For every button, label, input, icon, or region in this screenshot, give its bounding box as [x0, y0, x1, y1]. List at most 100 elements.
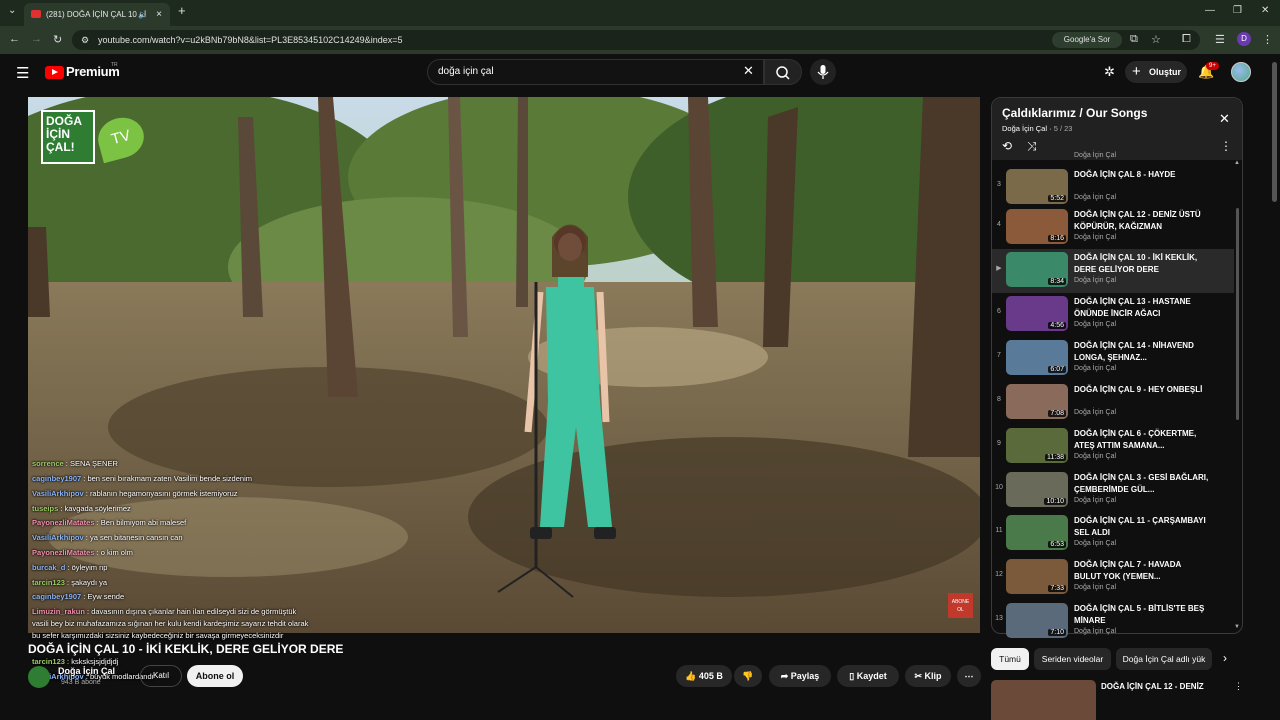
site-info-icon[interactable]: ⚙ — [81, 30, 89, 50]
like-button[interactable]: 👍 405 B — [676, 665, 732, 687]
search-icon — [776, 66, 790, 80]
shuffle-icon[interactable]: ⤨ — [1027, 139, 1037, 154]
account-avatar[interactable] — [1231, 62, 1251, 82]
playlist-item[interactable]: 8 7:08 DOĞA İÇİN ÇAL 9 - HEY ONBEŞLİ Doğa İ… — [992, 381, 1234, 425]
close-playlist-icon[interactable]: ✕ — [1219, 111, 1230, 127]
playlist-item[interactable]: 9 11:38 DOĞA İÇİN ÇAL 6 - ÇÖKERTME, ATEŞ A… — [992, 425, 1234, 469]
playlist-item-title[interactable]: DOĞA İÇİN ÇAL 5 - BİTLİS'TE BEŞ MİNARE — [1074, 603, 1210, 627]
join-button[interactable]: Katıl — [140, 665, 182, 687]
create-button[interactable]: + Oluştur — [1125, 61, 1187, 83]
video-player[interactable] — [28, 97, 980, 633]
playlist-item-index: 12 — [995, 571, 1003, 578]
more-actions-button[interactable]: ⋯ — [957, 665, 981, 687]
chip-series[interactable]: Seriden videolar — [1034, 648, 1111, 670]
recommended-title[interactable]: DOĞA İÇİN ÇAL 12 - DENİZ — [1101, 682, 1204, 691]
back-icon[interactable]: ← — [9, 33, 20, 45]
chip-uploads[interactable]: Doğa İçin Çal adlı yük — [1116, 648, 1212, 670]
playlist-item-title[interactable]: DOĞA İÇİN ÇAL 3 - GESİ BAĞLARI, ÇEMBERİM… — [1074, 472, 1210, 496]
dislike-button[interactable]: 👎 — [734, 665, 762, 687]
clip-button[interactable]: ✂ Klip — [905, 665, 951, 687]
channel-name[interactable]: Doğa İçin Çal — [58, 666, 115, 676]
tab-search-icon[interactable]: ☰ — [1215, 33, 1225, 46]
playlist-item-thumbnail[interactable]: 7:10 — [1006, 603, 1068, 638]
search-button[interactable] — [764, 59, 802, 85]
playlist-item[interactable]: 12 7:33 DOĞA İÇİN ÇAL 7 - HAVADA BULUT YOK… — [992, 556, 1234, 600]
playlist-scrollbar[interactable] — [1236, 208, 1239, 420]
ask-google-button[interactable]: Google'a Sor — [1052, 32, 1122, 48]
playlist-item-thumbnail[interactable]: 8:16 — [1006, 209, 1068, 244]
browser-menu-icon[interactable]: ⋮ — [1262, 33, 1273, 46]
playlist-channel[interactable]: Doğa İçin Çal — [1002, 124, 1047, 133]
subscribe-button[interactable]: Abone ol — [187, 665, 243, 687]
duration-badge: 4:56 — [1048, 322, 1066, 329]
voice-search-button[interactable] — [810, 59, 836, 85]
playlist-item[interactable]: ▶ 8:34 DOĞA İÇİN ÇAL 10 - İKİ KEKLİK, DERE… — [992, 249, 1234, 293]
playlist-item-thumbnail[interactable]: 5:52 — [1006, 169, 1068, 204]
playlist-item-title[interactable]: DOĞA İÇİN ÇAL 8 - HAYDE — [1074, 169, 1210, 181]
channel-brand-logo: DOĞA İÇİN ÇAL! — [41, 110, 95, 164]
page-scrollbar[interactable] — [1272, 62, 1277, 202]
recommended-menu-icon[interactable]: ⋮ — [1234, 681, 1243, 692]
playlist-item-title[interactable]: DOĞA İÇİN ÇAL 12 - DENİZ ÜSTÜ KÖPÜRÜR, K… — [1074, 209, 1210, 233]
extensions-icon[interactable]: ⧠ — [1182, 33, 1191, 46]
tab-close-icon[interactable]: × — [156, 3, 162, 26]
playlist-item-thumbnail[interactable]: 4:56 — [1006, 296, 1068, 331]
address-bar[interactable]: ⚙ youtube.com/watch?v=u2kBNb79bN8&list=P… — [72, 30, 1200, 50]
maximize-icon[interactable]: ❐ — [1233, 5, 1242, 16]
subscribe-watermark[interactable]: ABONE OL — [948, 593, 973, 618]
search-input[interactable]: doğa için çal — [427, 59, 764, 85]
chat-message: PayonezliMatates : Ben bilmiyom abi male… — [32, 518, 186, 527]
duration-badge: 6:53 — [1048, 541, 1066, 548]
playlist-item[interactable]: 3 5:52 DOĞA İÇİN ÇAL 8 - HAYDE Doğa İçin Ça… — [992, 166, 1234, 210]
chevron-right-icon[interactable]: › — [1223, 651, 1227, 665]
playlist-item-thumbnail[interactable]: 11:38 — [1006, 428, 1068, 463]
playlist-title[interactable]: Çaldıklarımız / Our Songs — [1002, 106, 1147, 120]
share-button[interactable]: ➦ Paylaş — [769, 665, 831, 687]
clear-search-icon[interactable]: ✕ — [743, 63, 754, 79]
chip-all[interactable]: Tümü — [991, 648, 1029, 670]
hamburger-menu-icon[interactable]: ☰ — [16, 64, 29, 82]
new-tab-icon[interactable]: + — [178, 3, 186, 18]
recommended-thumbnail[interactable] — [991, 680, 1096, 720]
playlist-item-thumbnail[interactable]: 7:08 — [1006, 384, 1068, 419]
forward-icon[interactable]: → — [31, 33, 42, 45]
speaker-icon[interactable]: 🔈 — [138, 3, 148, 26]
playlist-item-title[interactable]: DOĞA İÇİN ÇAL 7 - HAVADA BULUT YOK (YEME… — [1074, 559, 1210, 583]
reload-icon[interactable]: ↻ — [53, 33, 62, 46]
playlist-item-thumbnail[interactable]: 6:53 — [1006, 515, 1068, 550]
cast-settings-icon[interactable]: ✲ — [1104, 64, 1115, 80]
youtube-logo-icon[interactable] — [45, 66, 64, 79]
playlist-item-title[interactable]: DOĞA İÇİN ÇAL 10 - İKİ KEKLİK, DERE GELİ… — [1074, 252, 1210, 276]
playlist-item-title[interactable]: DOĞA İÇİN ÇAL 9 - HEY ONBEŞLİ — [1074, 384, 1210, 396]
playlist-menu-icon[interactable]: ⋮ — [1220, 139, 1232, 153]
playlist-item-thumbnail[interactable]: 6:07 — [1006, 340, 1068, 375]
playlist-item[interactable]: 6 4:56 DOĞA İÇİN ÇAL 13 - HASTANE ÖNÜNDE İ… — [992, 293, 1234, 337]
playlist-item[interactable]: 11 6:53 DOĞA İÇİN ÇAL 11 - ÇARŞAMBAYI SEL … — [992, 512, 1234, 556]
close-window-icon[interactable]: ✕ — [1261, 5, 1269, 16]
scroll-up-icon[interactable]: ▲ — [1234, 160, 1240, 166]
loop-icon[interactable]: ⟲ — [1002, 139, 1012, 153]
playlist-item-channel: Doğa İçin Çal — [1074, 584, 1117, 591]
share-arrow-icon: ➦ — [780, 671, 789, 681]
playlist-item-title[interactable]: DOĞA İÇİN ÇAL 6 - ÇÖKERTME, ATEŞ ATTIM S… — [1074, 428, 1210, 452]
minimize-icon[interactable]: — — [1205, 5, 1215, 16]
playlist-item[interactable]: 10 10:10 DOĞA İÇİN ÇAL 3 - GESİ BAĞLARI, Ç… — [992, 469, 1234, 513]
playlist-item[interactable]: 13 7:10 DOĞA İÇİN ÇAL 5 - BİTLİS'TE BEŞ Mİ… — [992, 600, 1234, 644]
playlist-item-title[interactable]: DOĞA İÇİN ÇAL 13 - HASTANE ÖNÜNDE İNCİR … — [1074, 296, 1210, 320]
playlist-item-thumbnail[interactable]: 8:34 — [1006, 252, 1068, 287]
playlist-item-thumbnail[interactable]: 7:33 — [1006, 559, 1068, 594]
playlist-item-thumbnail[interactable]: 10:10 — [1006, 472, 1068, 507]
tab-title: (281) DOĞA İÇİN ÇAL 10 - İ — [46, 10, 147, 19]
bookmark-star-icon[interactable]: ☆ — [1151, 33, 1161, 46]
profile-icon[interactable]: D — [1237, 32, 1251, 46]
playlist-item-title[interactable]: DOĞA İÇİN ÇAL 11 - ÇARŞAMBAYI SEL ALDI — [1074, 515, 1210, 539]
save-button[interactable]: ▯ Kaydet — [837, 665, 899, 687]
playlist-item-title[interactable]: DOĞA İÇİN ÇAL 14 - NİHAVEND LONGA, ŞEHNA… — [1074, 340, 1210, 364]
channel-avatar[interactable] — [28, 666, 50, 688]
playlist-item[interactable]: 7 6:07 DOĞA İÇİN ÇAL 14 - NİHAVEND LONGA, … — [992, 337, 1234, 381]
browser-tab[interactable]: (281) DOĞA İÇİN ÇAL 10 - İ 🔈 × — [24, 3, 170, 26]
scroll-down-icon[interactable]: ▼ — [1234, 624, 1240, 630]
playlist-item[interactable]: 4 8:16 DOĞA İÇİN ÇAL 12 - DENİZ ÜSTÜ KÖPÜR… — [992, 206, 1234, 250]
tab-menu-icon[interactable]: ⌄ — [8, 5, 16, 16]
install-icon[interactable]: ⧉ — [1130, 33, 1138, 46]
